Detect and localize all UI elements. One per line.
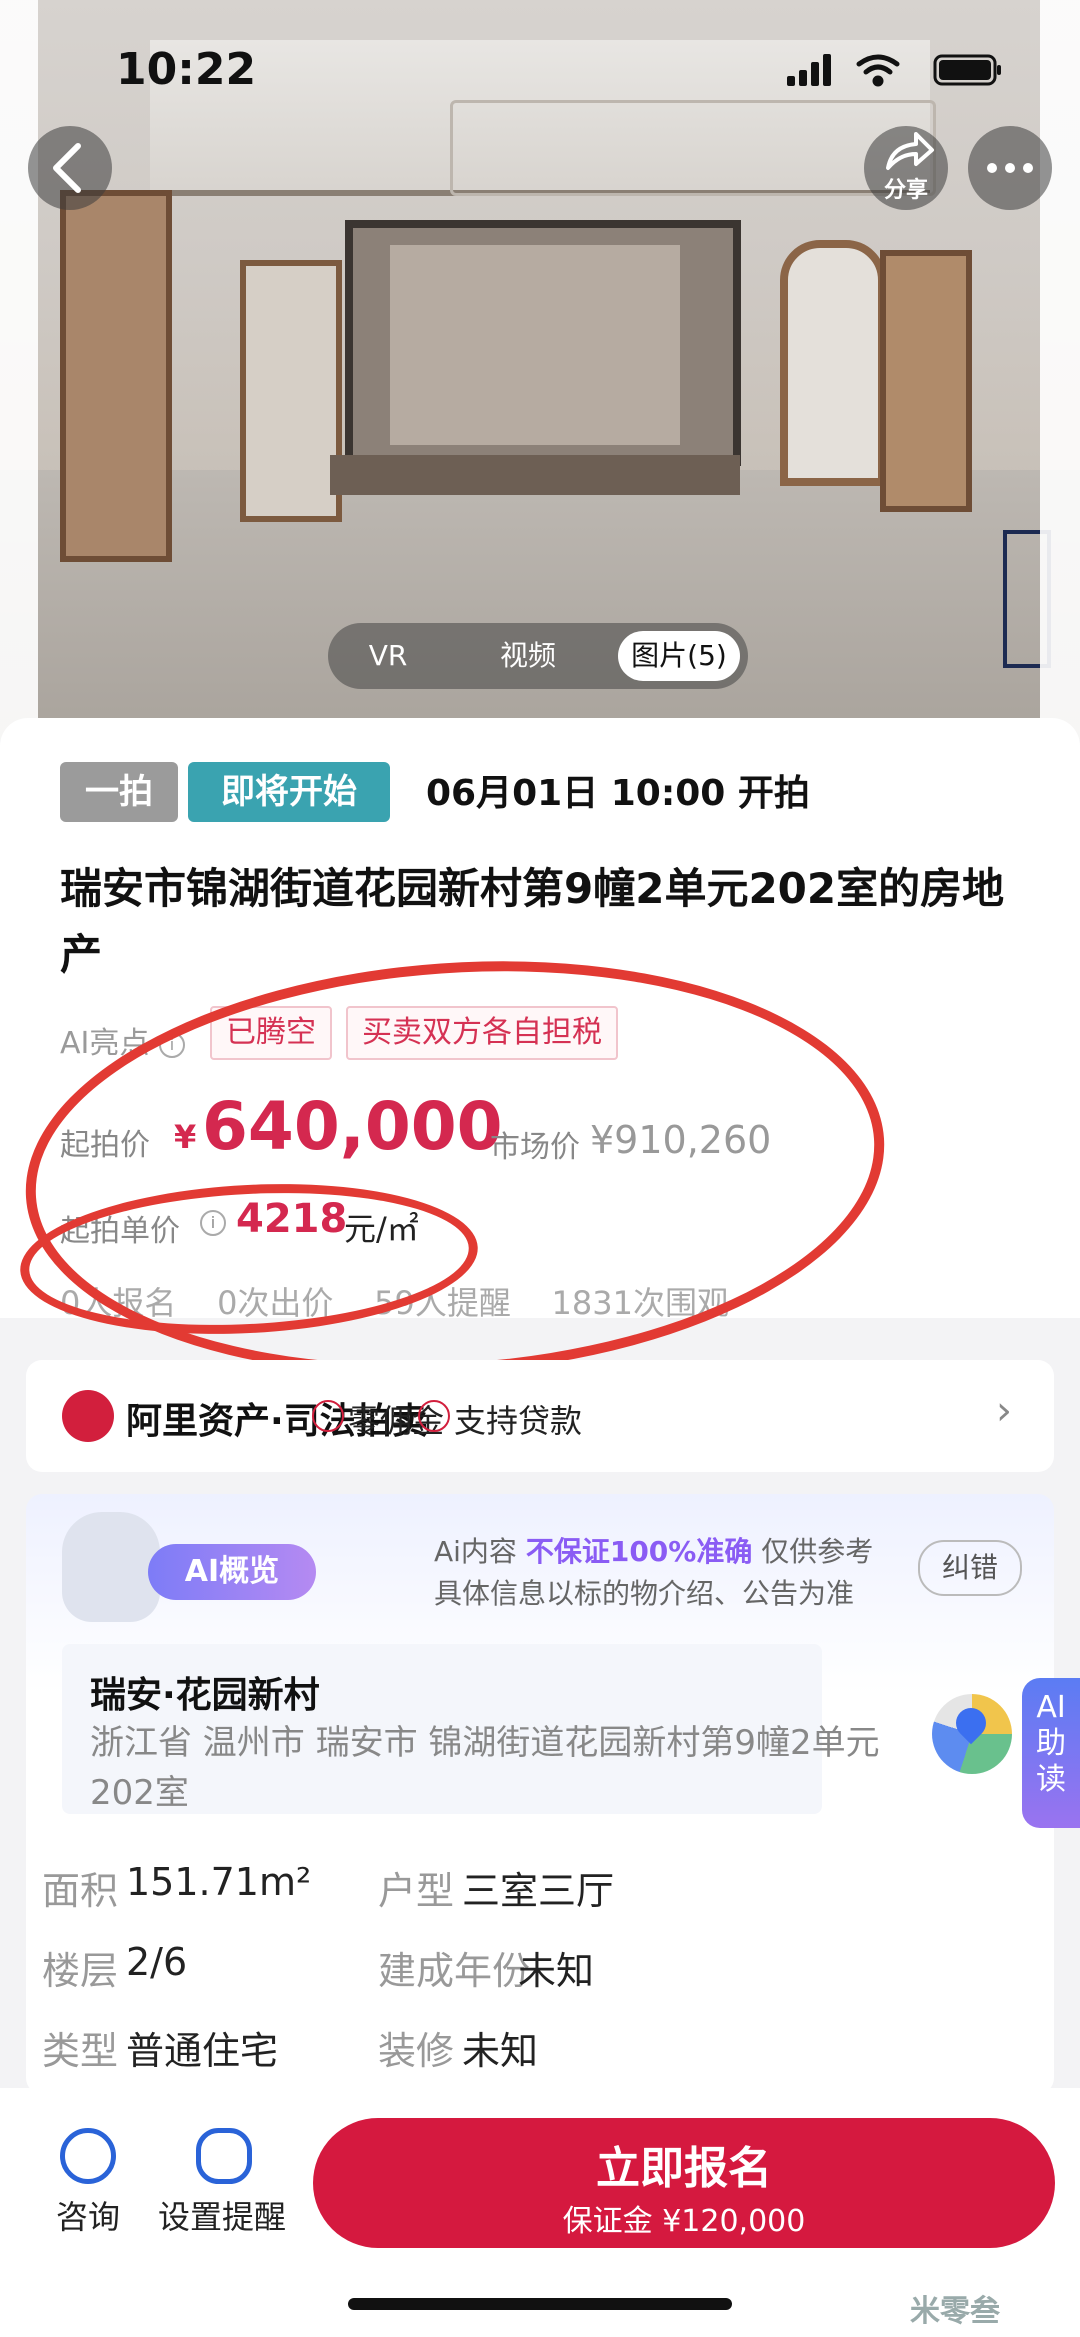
type-value: 普通住宅 xyxy=(126,2029,279,2073)
auction-start-time: 06月01日 10:00 开拍 xyxy=(426,773,810,814)
layout-label: 户型 xyxy=(378,1869,455,1913)
community-name: 瑞安·花园新村 xyxy=(90,1675,320,1716)
ai-disclaimer: Ai内容 不保证100%准确 仅供参考 xyxy=(434,1535,874,1568)
status-time: 10:22 xyxy=(116,44,257,95)
more-button[interactable] xyxy=(968,126,1052,210)
signal-icon xyxy=(787,54,831,86)
type-label: 类型 xyxy=(42,2029,119,2073)
set-reminder-button[interactable]: 设置提醒 xyxy=(158,2192,286,2238)
decoration-value: 未知 xyxy=(462,2029,539,2073)
more-dots-icon xyxy=(987,163,1033,173)
consult-button[interactable]: 咨询 xyxy=(56,2192,120,2238)
share-icon xyxy=(886,132,934,170)
battery-icon xyxy=(933,54,1001,86)
auction-round-badge: 一拍 xyxy=(60,762,178,822)
elephant-mascot-icon xyxy=(62,1512,160,1622)
consult-headset-icon[interactable] xyxy=(60,2128,116,2184)
build-year-label: 建成年份 xyxy=(378,1949,531,1993)
layout-value: 三室三厅 xyxy=(462,1869,615,1913)
check-circle-icon xyxy=(312,1400,344,1432)
watermark: 米零叁 xyxy=(910,2294,1000,2329)
tab-vr[interactable]: VR xyxy=(348,623,428,689)
auction-state-badge: 即将开始 xyxy=(188,762,390,822)
share-button[interactable]: 分享 xyxy=(864,126,948,210)
property-address: 浙江省 温州市 瑞安市 锦湖街道花园新村第9幢2单元202室 xyxy=(90,1723,880,1813)
home-indicator xyxy=(348,2298,732,2310)
floor-label: 楼层 xyxy=(42,1949,119,1993)
platform-bar[interactable]: 阿里资产·司法拍卖 零佣金 支持贷款 › xyxy=(26,1360,1054,1472)
report-error-button[interactable]: 纠错 xyxy=(918,1540,1022,1596)
area-value: 151.71m² xyxy=(126,1860,312,1904)
chevron-left-icon xyxy=(53,143,81,193)
chevron-right-icon: › xyxy=(996,1388,1012,1434)
feature-loan-support: 支持贷款 xyxy=(454,1402,583,1440)
alarm-clock-icon[interactable] xyxy=(196,2128,252,2184)
media-tabs: VR 视频 图片(5) xyxy=(328,623,748,689)
alibaba-auction-logo-icon xyxy=(62,1390,114,1442)
register-now-button[interactable]: 立即报名 保证金 ¥120,000 xyxy=(313,2118,1055,2248)
decoration-label: 装修 xyxy=(378,2029,455,2073)
share-label: 分享 xyxy=(883,178,928,203)
ai-overview-card: AI概览 Ai内容 不保证100%准确 仅供参考 具体信息以标的物介绍、公告为准… xyxy=(26,1494,1054,2094)
deposit-amount: 保证金 ¥120,000 xyxy=(562,2204,806,2239)
build-year-value: 未知 xyxy=(518,1949,595,1993)
wifi-icon xyxy=(856,54,900,87)
ai-overview-badge: AI概览 xyxy=(148,1544,316,1600)
tab-video[interactable]: 视频 xyxy=(488,623,568,689)
register-now-label: 立即报名 xyxy=(596,2143,772,2194)
area-label: 面积 xyxy=(42,1869,119,1913)
ai-reading-side-tab[interactable]: AI助读 xyxy=(1022,1678,1080,1828)
ai-disclaimer-line2: 具体信息以标的物介绍、公告为准 xyxy=(434,1577,855,1610)
status-icons xyxy=(787,54,1001,87)
check-circle-icon xyxy=(418,1400,450,1432)
floor-value: 2/6 xyxy=(126,1940,188,1984)
back-button[interactable] xyxy=(28,126,112,210)
tab-photos[interactable]: 图片(5) xyxy=(618,631,740,681)
